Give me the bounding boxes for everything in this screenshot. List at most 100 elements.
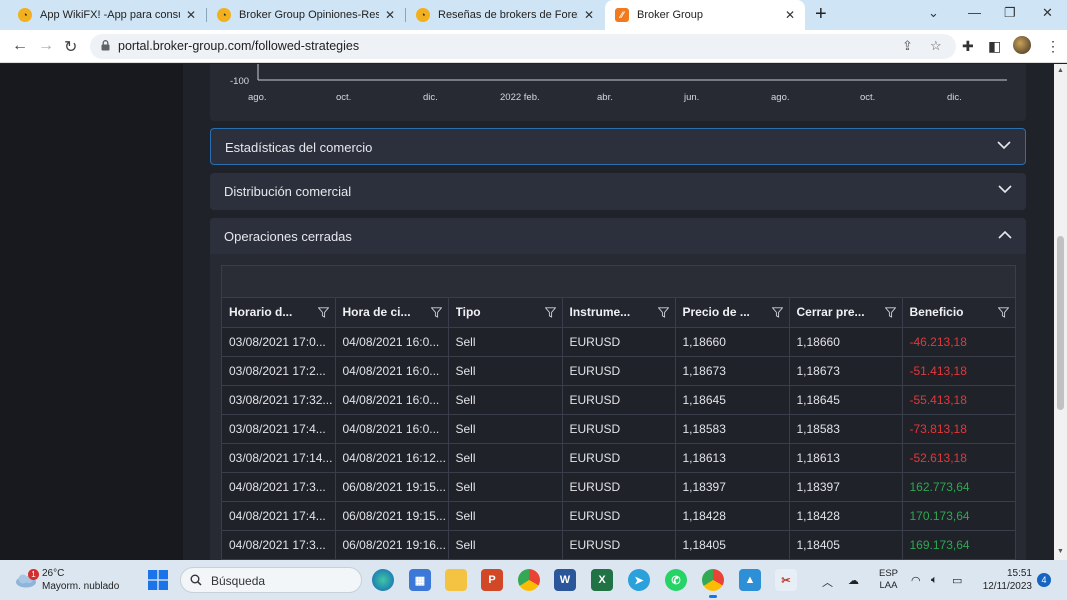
instrument-cell: EURUSD	[562, 356, 676, 386]
tab-search-chevron-icon[interactable]: ⌄	[928, 5, 939, 21]
tab-broker-group[interactable]: ⁄⁄ Broker Group ✕	[605, 0, 805, 30]
trade-distribution-accordion[interactable]: Distribución comercial	[210, 173, 1026, 210]
filter-icon[interactable]	[771, 307, 783, 318]
close-price-cell: 1,18673	[789, 356, 903, 386]
close-tab-icon[interactable]: ✕	[584, 8, 594, 22]
snipping-tool-app-icon[interactable]: ✂	[775, 569, 797, 591]
profile-avatar[interactable]	[1013, 36, 1031, 54]
clock-date: 12/11/2023	[982, 581, 1032, 592]
notification-center-badge[interactable]: 4	[1037, 573, 1051, 587]
minimize-icon[interactable]: —	[968, 5, 981, 20]
store-app-icon[interactable]: ▦	[409, 569, 431, 591]
close-tab-icon[interactable]: ✕	[186, 8, 196, 22]
page-scrollbar[interactable]: ▲ ▼	[1054, 64, 1067, 560]
extensions-puzzle-icon[interactable]: ✚	[962, 38, 974, 55]
type-cell: Sell	[448, 472, 563, 502]
column-header-profit[interactable]: Beneficio	[902, 298, 1016, 328]
open-price-cell: 1,18397	[675, 472, 790, 502]
windows-start-icon[interactable]	[148, 570, 168, 590]
profit-cell: -55.413,18	[902, 385, 1016, 415]
filter-icon[interactable]	[544, 307, 556, 318]
close-tab-icon[interactable]: ✕	[385, 8, 395, 22]
filter-icon[interactable]	[657, 307, 669, 318]
chevron-up-icon	[998, 230, 1012, 239]
close-time-cell: 04/08/2021 16:0...	[335, 414, 449, 444]
x-tick-label: ago.	[248, 92, 267, 103]
photos-app-icon[interactable]: ▲	[739, 569, 761, 591]
restore-icon[interactable]: ❐	[1004, 5, 1016, 21]
instrument-cell: EURUSD	[562, 501, 676, 531]
word-app-icon[interactable]: W	[554, 569, 576, 591]
table-row[interactable]: 04/08/2021 17:3... 06/08/2021 19:16... S…	[222, 530, 1016, 560]
excel-app-icon[interactable]: X	[591, 569, 613, 591]
open-time-cell: 03/08/2021 17:14...	[222, 443, 336, 473]
type-cell: Sell	[448, 414, 563, 444]
table-row[interactable]: 03/08/2021 17:2... 04/08/2021 16:0... Se…	[222, 356, 1016, 386]
filter-icon[interactable]	[884, 307, 896, 318]
column-header-open-price[interactable]: Precio de ...	[675, 298, 790, 328]
close-window-icon[interactable]: ✕	[1042, 5, 1053, 21]
table-row[interactable]: 03/08/2021 17:0... 04/08/2021 16:0... Se…	[222, 327, 1016, 357]
chrome-active-app-icon[interactable]	[702, 569, 724, 598]
url-text[interactable]: portal.broker-group.com/followed-strateg…	[118, 39, 359, 53]
wikifx-favicon-icon: ◔	[18, 8, 32, 22]
x-tick-label: 2022 feb.	[500, 92, 540, 103]
forward-arrow-icon[interactable]: →	[38, 37, 54, 55]
equity-chart-card: -100 ago. oct. dic. 2022 feb. abr. jun. …	[210, 64, 1026, 121]
battery-icon[interactable]: ▭	[952, 574, 962, 587]
system-clock[interactable]: 15:51 12/11/2023	[980, 567, 1032, 593]
telegram-app-icon[interactable]: ➤	[628, 569, 650, 591]
clock-time: 15:51	[1006, 568, 1032, 579]
open-price-cell: 1,18428	[675, 501, 790, 531]
taskbar-search-box[interactable]: Búsqueda	[180, 567, 362, 593]
edge-app-icon[interactable]	[372, 569, 394, 591]
chevron-down-icon	[998, 185, 1012, 194]
trade-statistics-accordion[interactable]: Estadísticas del comercio	[210, 128, 1026, 165]
file-explorer-app-icon[interactable]	[445, 569, 467, 591]
filter-icon[interactable]	[317, 307, 329, 318]
left-navigation-panel	[0, 64, 183, 560]
column-header-close-price[interactable]: Cerrar pre...	[789, 298, 903, 328]
open-time-cell: 03/08/2021 17:4...	[222, 414, 336, 444]
show-hidden-icons-chevron-icon[interactable]: ︿	[822, 574, 833, 590]
address-bar[interactable]: portal.broker-group.com/followed-strateg…	[90, 34, 956, 59]
share-icon[interactable]: ⇪	[902, 38, 913, 54]
side-panel-icon[interactable]: ◧	[988, 38, 1001, 55]
x-tick-label: dic.	[423, 92, 438, 103]
onedrive-cloud-icon[interactable]: ☁	[848, 574, 859, 587]
close-tab-icon[interactable]: ✕	[785, 8, 795, 22]
bookmark-star-icon[interactable]: ☆	[930, 38, 942, 54]
input-language-indicator[interactable]: ESP LAA	[879, 568, 898, 592]
table-row[interactable]: 04/08/2021 17:4... 06/08/2021 19:15... S…	[222, 501, 1016, 531]
table-row[interactable]: 03/08/2021 17:14... 04/08/2021 16:12... …	[222, 443, 1016, 473]
table-row[interactable]: 03/08/2021 17:4... 04/08/2021 16:0... Se…	[222, 414, 1016, 444]
filter-icon[interactable]	[430, 307, 442, 318]
volume-icon[interactable]: 🔈︎	[931, 574, 938, 587]
new-tab-plus-icon[interactable]: +	[815, 3, 827, 26]
wifi-icon[interactable]: ◠	[911, 574, 921, 587]
column-header-instrument[interactable]: Instrume...	[562, 298, 676, 328]
tab-resenas-brokers[interactable]: ◔ Reseñas de brokers de Forex-Pla ✕	[406, 0, 604, 30]
tab-wikifx-app[interactable]: ◔ App WikiFX! -App para consulta ✕	[8, 0, 206, 30]
filter-icon[interactable]	[997, 307, 1009, 318]
back-arrow-icon[interactable]: ←	[12, 37, 28, 55]
column-header-type[interactable]: Tipo	[448, 298, 563, 328]
closed-operations-accordion[interactable]: Operaciones cerradas	[210, 218, 1026, 254]
powerpoint-app-icon[interactable]: P	[481, 569, 503, 591]
close-price-cell: 1,18613	[789, 443, 903, 473]
chrome-app-icon[interactable]	[518, 569, 540, 591]
column-header-open-time[interactable]: Horario d...	[222, 298, 336, 328]
table-row[interactable]: 03/08/2021 17:32... 04/08/2021 16:0... S…	[222, 385, 1016, 415]
reload-icon[interactable]: ↻	[64, 37, 77, 57]
scrollbar-thumb[interactable]	[1057, 236, 1064, 410]
column-header-close-time[interactable]: Hora de ci...	[335, 298, 449, 328]
scroll-up-arrow-icon[interactable]: ▲	[1057, 67, 1064, 74]
tab-broker-group-opiniones[interactable]: ◔ Broker Group Opiniones-Reseña ✕	[207, 0, 405, 30]
table-row[interactable]: 04/08/2021 17:3... 06/08/2021 19:15... S…	[222, 472, 1016, 502]
scroll-down-arrow-icon[interactable]: ▼	[1057, 548, 1064, 555]
browser-menu-icon[interactable]: ⋮	[1046, 38, 1060, 55]
close-price-cell: 1,18405	[789, 530, 903, 560]
close-time-cell: 04/08/2021 16:0...	[335, 356, 449, 386]
type-cell: Sell	[448, 443, 563, 473]
whatsapp-app-icon[interactable]: ✆	[665, 569, 687, 591]
